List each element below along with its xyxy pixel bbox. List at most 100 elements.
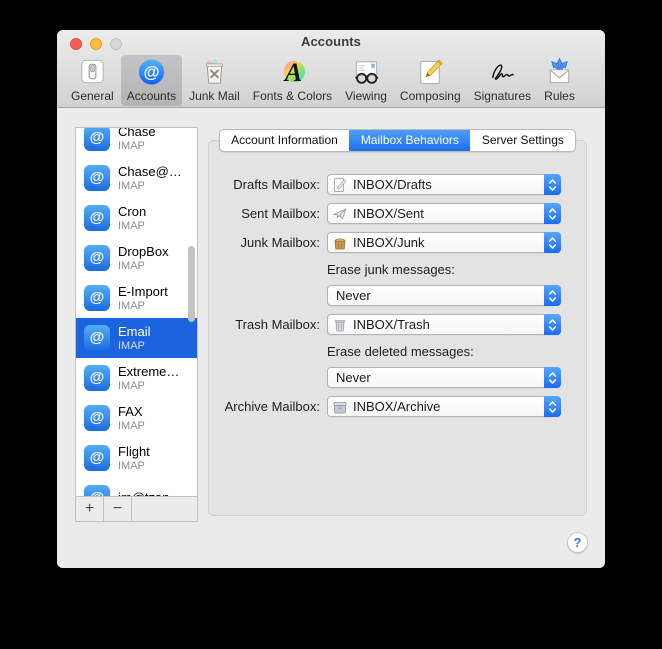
form-row: Never xyxy=(209,285,586,306)
archive-mailbox-popup[interactable]: INBOX/Archive xyxy=(327,396,561,417)
form-row: Archive Mailbox: INBOX/Archive xyxy=(209,396,586,417)
account-type: IMAP xyxy=(118,379,145,392)
toolbar-item-fonts-colors[interactable]: A Fonts & Colors xyxy=(247,55,338,106)
toolbar-label: Rules xyxy=(544,89,575,103)
fonts-colors-icon: A xyxy=(283,58,306,87)
form-row: Trash Mailbox: INBOX/Trash xyxy=(209,314,586,335)
drafts-icon xyxy=(334,177,347,192)
popup-stepper-icon xyxy=(544,174,561,195)
sent-icon xyxy=(333,208,347,219)
toolbar-label: Junk Mail xyxy=(189,89,240,103)
toolbar-item-signatures[interactable]: Signatures xyxy=(468,55,537,106)
account-list-footer: + − xyxy=(76,496,197,521)
account-name: Chase@… xyxy=(118,163,182,179)
erase-deleted-popup[interactable]: Never xyxy=(327,367,561,388)
tab-server-settings[interactable]: Server Settings xyxy=(470,130,575,151)
junk-mailbox-popup[interactable]: INBOX/Junk xyxy=(327,232,561,253)
sidebar-item-cron[interactable]: @ Cron IMAP xyxy=(76,198,197,238)
sidebar-item-dropbox[interactable]: @ DropBox IMAP xyxy=(76,238,197,278)
account-at-icon: @ xyxy=(84,405,110,431)
trash-mailbox-label: Trash Mailbox: xyxy=(235,317,320,332)
toolbar-item-viewing[interactable]: Viewing xyxy=(339,55,393,106)
account-type: IMAP xyxy=(118,259,145,272)
toolbar-item-composing[interactable]: Composing xyxy=(394,55,467,106)
sidebar-item-flight[interactable]: @ Flight IMAP xyxy=(76,438,197,478)
signatures-icon xyxy=(491,64,514,80)
toolbar-label: Composing xyxy=(399,89,461,103)
svg-text:A: A xyxy=(283,58,302,87)
popup-value: Never xyxy=(336,288,371,303)
erase-junk-popup[interactable]: Never xyxy=(327,285,561,306)
account-sidebar: @ Chase IMAP @ Chase@… IMAP @ Cron IMAP … xyxy=(75,127,198,522)
sidebar-scrollbar[interactable] xyxy=(188,246,195,322)
help-button[interactable]: ? xyxy=(567,532,588,553)
toolbar-item-rules[interactable]: Rules xyxy=(538,55,581,106)
popup-stepper-icon xyxy=(544,232,561,253)
footer-spacer xyxy=(132,497,197,521)
junk-mailbox-label: Junk Mailbox: xyxy=(240,235,320,250)
form-row: Drafts Mailbox: INBOX/Drafts xyxy=(209,174,586,195)
popup-value: INBOX/Junk xyxy=(353,235,425,250)
sidebar-item-jm-tzan[interactable]: @ jm@tzan… xyxy=(76,478,197,497)
popup-value: INBOX/Trash xyxy=(353,317,430,332)
sidebar-item-extreme[interactable]: @ Extreme… IMAP xyxy=(76,358,197,398)
empty-label xyxy=(209,285,320,306)
tab-mailbox-behaviors[interactable]: Mailbox Behaviors xyxy=(348,130,470,151)
popup-stepper-icon xyxy=(544,285,561,306)
drafts-mailbox-popup[interactable]: INBOX/Drafts xyxy=(327,174,561,195)
trash-mailbox-popup[interactable]: INBOX/Trash xyxy=(327,314,561,335)
popup-stepper-icon xyxy=(544,314,561,335)
sidebar-item-e-import[interactable]: @ E-Import IMAP xyxy=(76,278,197,318)
sidebar-item-chase[interactable]: @ Chase IMAP xyxy=(76,128,197,158)
toolbar-item-accounts[interactable]: @ Accounts xyxy=(120,55,183,106)
account-name: Cron xyxy=(118,203,147,219)
popup-value: INBOX/Archive xyxy=(353,399,441,414)
general-icon xyxy=(81,59,104,84)
account-type: IMAP xyxy=(118,179,145,192)
add-account-button[interactable]: + xyxy=(76,497,104,521)
account-at-icon: @ xyxy=(84,128,110,151)
account-name: Email xyxy=(118,323,151,339)
account-name: Extreme… xyxy=(118,363,180,379)
toolbar-label: Fonts & Colors xyxy=(252,89,333,103)
trash-icon xyxy=(334,319,346,331)
toolbar-label: Accounts xyxy=(126,89,177,103)
erase-junk-heading: Erase junk messages: xyxy=(327,262,455,277)
account-at-icon: @ xyxy=(84,325,110,351)
tab-account-information[interactable]: Account Information xyxy=(220,130,349,151)
toolbar-item-general[interactable]: General xyxy=(65,55,120,106)
svg-text:@: @ xyxy=(143,63,159,81)
tab-control: Account Information Mailbox Behaviors Se… xyxy=(219,129,576,152)
remove-account-button[interactable]: − xyxy=(104,497,132,521)
sidebar-item-chase[interactable]: @ Chase@… IMAP xyxy=(76,158,197,198)
accounts-window: Accounts General @ Accounts Junk Mail A … xyxy=(57,30,605,568)
junk-icon xyxy=(334,238,346,249)
toolbar-label: Signatures xyxy=(473,89,531,103)
account-type: IMAP xyxy=(118,459,145,472)
account-type: IMAP xyxy=(118,219,145,232)
account-list: @ Chase IMAP @ Chase@… IMAP @ Cron IMAP … xyxy=(76,128,197,497)
empty-label xyxy=(209,367,320,388)
account-at-icon: @ xyxy=(84,205,110,231)
composing-icon xyxy=(420,59,443,85)
archive-icon xyxy=(333,401,347,413)
sidebar-item-email[interactable]: @ Email IMAP xyxy=(76,318,197,358)
sidebar-item-fax[interactable]: @ FAX IMAP xyxy=(76,398,197,438)
account-name: Flight xyxy=(118,443,150,459)
account-at-icon: @ xyxy=(84,165,110,191)
toolbar-label: General xyxy=(71,89,114,103)
mailbox-behaviors-panel: Drafts Mailbox: INBOX/Drafts Sent Mailbo xyxy=(208,140,587,516)
archive-mailbox-label: Archive Mailbox: xyxy=(224,399,320,414)
toolbar-item-junk-mail[interactable]: Junk Mail xyxy=(183,55,246,106)
account-at-icon: @ xyxy=(84,285,110,311)
drafts-mailbox-label: Drafts Mailbox: xyxy=(233,177,320,192)
sent-mailbox-label: Sent Mailbox: xyxy=(241,206,320,221)
window-chrome: Accounts General @ Accounts Junk Mail A … xyxy=(57,30,605,108)
window-title: Accounts xyxy=(300,34,362,49)
account-name: E-Import xyxy=(118,283,168,299)
sent-mailbox-popup[interactable]: INBOX/Sent xyxy=(327,203,561,224)
account-at-icon: @ xyxy=(84,245,110,271)
account-at-icon: @ xyxy=(84,365,110,391)
popup-stepper-icon xyxy=(544,396,561,417)
account-at-icon: @ xyxy=(84,445,110,471)
